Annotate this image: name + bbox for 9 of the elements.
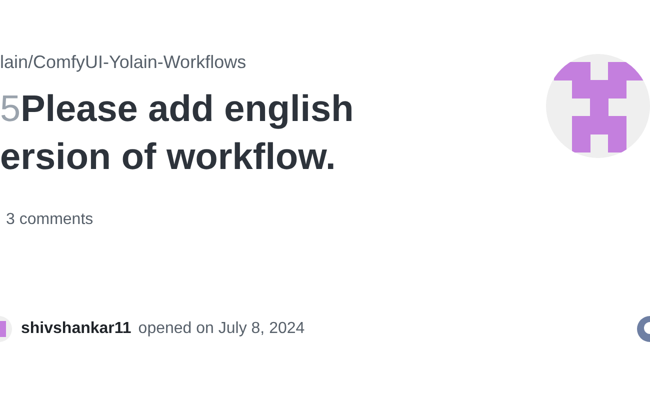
repository-name: lain/ComfyUI-Yolain-Workflows — [0, 52, 246, 73]
issue-number: 5 — [0, 88, 21, 129]
issue-title: ersion of workflow. — [0, 136, 336, 177]
author-name: shivshankar11 — [21, 320, 132, 338]
comment-count: 3 comments — [6, 211, 94, 229]
opened-date: opened on July 8, 2024 — [138, 320, 305, 338]
issue-title: Please add english — [20, 88, 354, 129]
avatar-icon — [546, 54, 650, 158]
user-avatar-icon — [0, 316, 12, 342]
